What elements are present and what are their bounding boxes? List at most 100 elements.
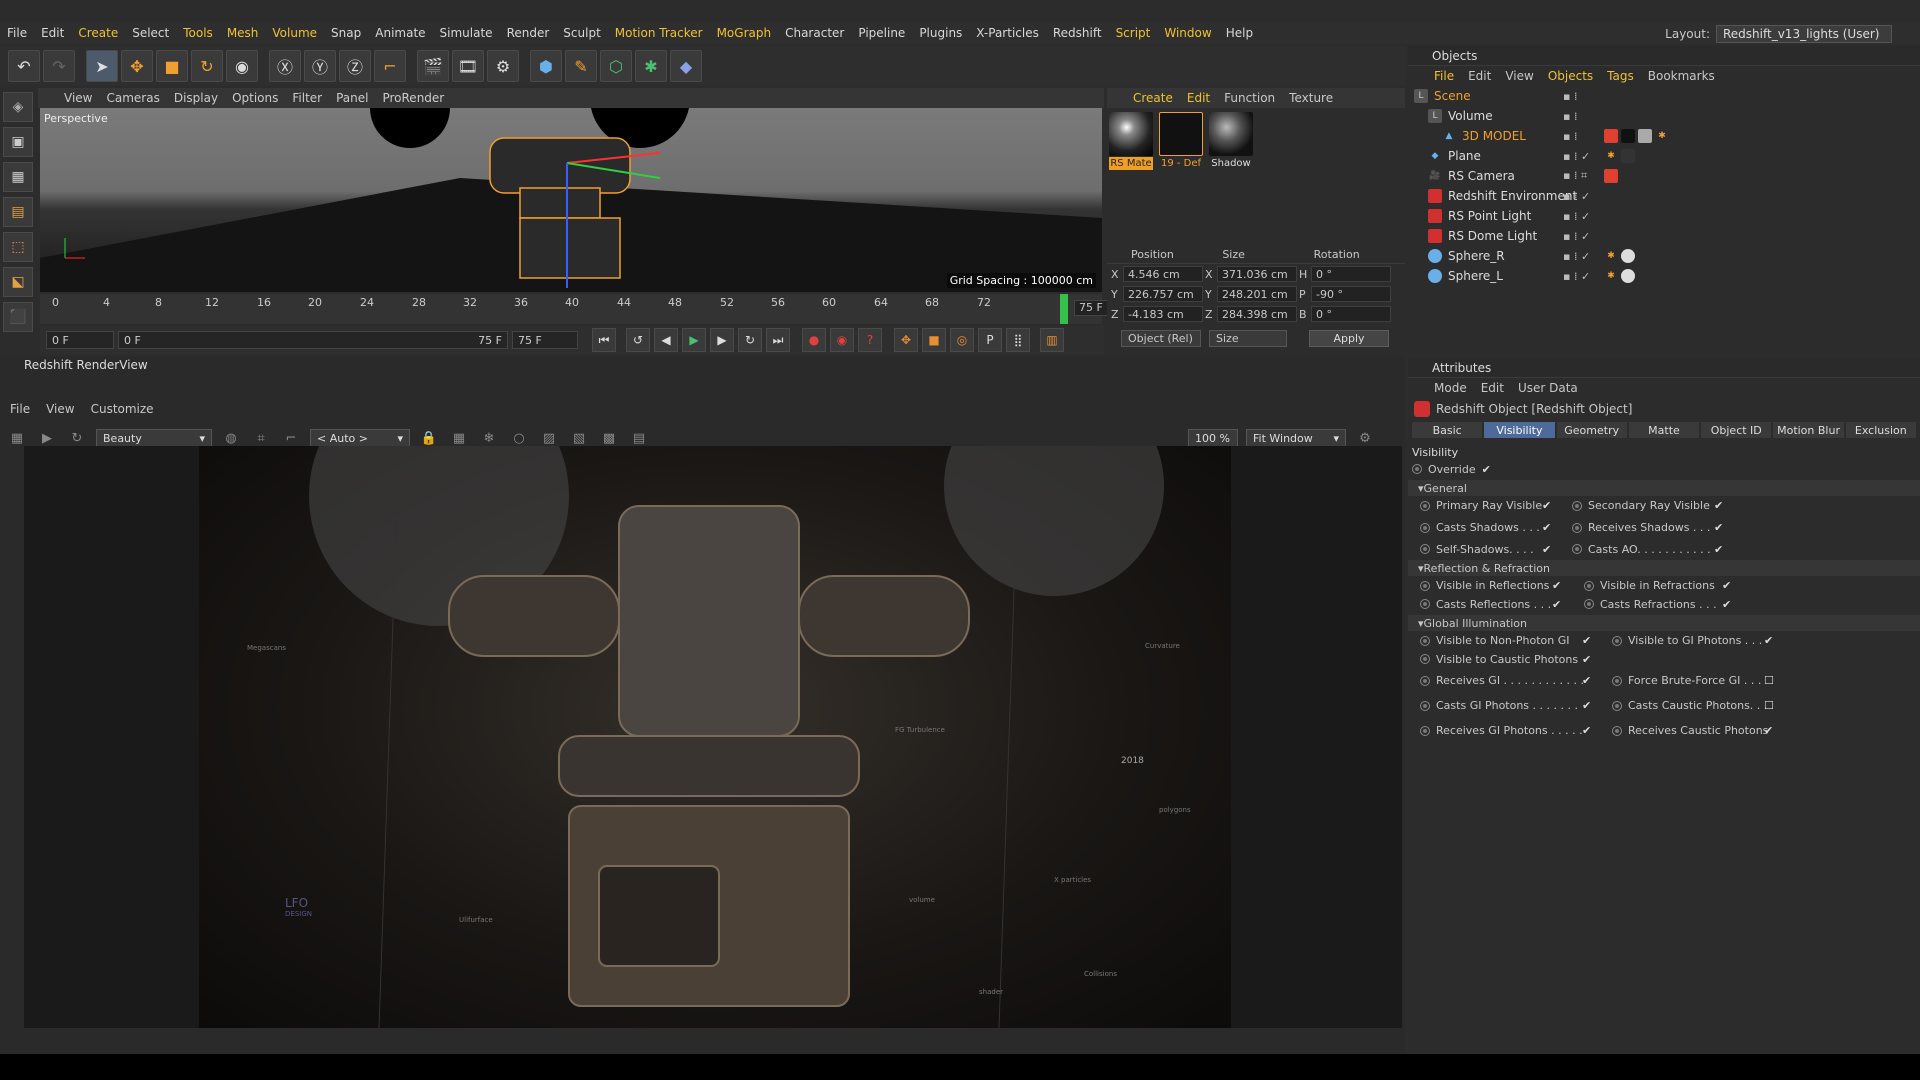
secondary-ray-visible[interactable]: Secondary Ray Visible ✔ — [1572, 499, 1726, 512]
tab-geometry[interactable]: Geometry — [1556, 422, 1627, 438]
menu-file[interactable]: File — [0, 26, 34, 40]
casts-caustic-photons[interactable]: Casts Caustic Photons. . . ☐ — [1612, 699, 1776, 712]
workplane-icon[interactable]: ▤ — [3, 197, 33, 227]
record-parameter-icon[interactable]: P — [978, 328, 1002, 352]
renderview-menu-view[interactable]: View — [46, 402, 74, 416]
x-axis-lock-icon[interactable]: Ⓧ — [269, 50, 301, 82]
material-tag-icon[interactable] — [1621, 249, 1635, 263]
checkbox[interactable]: ✔ — [1582, 724, 1594, 737]
viewport-menu-options[interactable]: Options — [232, 91, 278, 105]
play-icon[interactable]: ▶ — [682, 328, 706, 352]
menu-simulate[interactable]: Simulate — [433, 26, 500, 40]
redo-icon[interactable]: ↷ — [43, 50, 75, 82]
end-frame-field[interactable]: 75 F — [512, 331, 578, 349]
viewport-menu-prorender[interactable]: ProRender — [382, 91, 444, 105]
make-editable-icon[interactable]: ◈ — [3, 92, 33, 122]
keyframe-radio[interactable] — [1420, 580, 1430, 591]
keyframe-radio[interactable] — [1420, 700, 1430, 711]
checkbox[interactable]: ✔ — [1542, 499, 1554, 512]
timeline-playhead[interactable] — [1060, 294, 1068, 324]
position-x-field[interactable]: 4.546 cm — [1123, 266, 1203, 282]
menu-edit[interactable]: Edit — [34, 26, 71, 40]
object-row-sphere-l[interactable]: Sphere_L ▪ ⁞ ✓ ✱ — [1408, 266, 1920, 286]
tab-motion-blur[interactable]: Motion Blur — [1773, 422, 1844, 438]
object-row-scene[interactable]: L Scene ▪ ⁞ — [1408, 86, 1920, 106]
tab-visibility[interactable]: Visibility — [1484, 422, 1555, 438]
menu-sculpt[interactable]: Sculpt — [556, 26, 607, 40]
renderview-menu-file[interactable]: File — [10, 402, 30, 416]
position-y-field[interactable]: 226.757 cm — [1123, 286, 1203, 302]
scheme-icon[interactable]: ▥ — [1040, 328, 1064, 352]
checkbox[interactable]: ✔ — [1542, 543, 1554, 556]
keyframe-radio[interactable] — [1584, 599, 1594, 609]
material-menu-create[interactable]: Create — [1133, 91, 1173, 105]
rs-tag-icon[interactable] — [1604, 129, 1618, 143]
checkbox[interactable]: ✔ — [1582, 634, 1594, 647]
viewport-menu-view[interactable]: View — [64, 91, 92, 105]
size-y-field[interactable]: 248.201 cm — [1217, 286, 1297, 302]
menu-render[interactable]: Render — [500, 26, 557, 40]
render-picture-viewer-icon[interactable]: 🎞 — [452, 50, 484, 82]
casts-reflections[interactable]: Casts Reflections . . . ✔ — [1420, 598, 1564, 611]
casts-gi-photons[interactable]: Casts GI Photons . . . . . . . ✔ — [1420, 699, 1594, 712]
size-z-field[interactable]: 284.398 cm — [1217, 306, 1297, 322]
points-mode-icon[interactable]: ⬚ — [3, 232, 33, 262]
record-icon[interactable]: ● — [802, 328, 826, 352]
checkbox[interactable]: ✔ — [1722, 579, 1734, 592]
pen-spline-icon[interactable]: ✎ — [565, 50, 597, 82]
keyframe-radio[interactable] — [1612, 675, 1622, 686]
keyframe-radio[interactable] — [1612, 725, 1622, 736]
receives-caustic-photons[interactable]: Receives Caustic Photons ✔ — [1612, 724, 1776, 737]
material-19-def[interactable]: 19 - Def — [1159, 112, 1203, 170]
material-rs-mate[interactable]: RS Mate — [1109, 112, 1153, 170]
objects-menu-file[interactable]: File — [1434, 69, 1454, 83]
visible-to-caustic-photons[interactable]: Visible to Caustic Photons ✔ — [1420, 653, 1594, 666]
texture-mode-icon[interactable]: ▦ — [3, 162, 33, 192]
phong-tag-icon[interactable]: ✱ — [1604, 249, 1618, 263]
menu-character[interactable]: Character — [778, 26, 851, 40]
attributes-menu-edit[interactable]: Edit — [1481, 381, 1504, 395]
apply-button[interactable]: Apply — [1309, 330, 1389, 347]
polygons-mode-icon[interactable]: ⬛ — [3, 302, 33, 332]
receives-gi-photons[interactable]: Receives GI Photons . . . . . ✔ — [1420, 724, 1594, 737]
tab-object-id[interactable]: Object ID — [1701, 422, 1772, 438]
material-tag-icon[interactable] — [1621, 149, 1635, 163]
keyframe-radio[interactable] — [1572, 522, 1582, 533]
viewport-menu-panel[interactable]: Panel — [336, 91, 368, 105]
group-general[interactable]: ▾ General — [1408, 480, 1920, 496]
aov-select[interactable]: Beauty ▾ — [96, 429, 212, 447]
checkbox[interactable]: ✔ — [1764, 634, 1776, 647]
menu-pipeline[interactable]: Pipeline — [851, 26, 912, 40]
checkbox[interactable]: ✔ — [1552, 598, 1564, 611]
coordinate-system-icon[interactable]: ⌐ — [374, 50, 406, 82]
checkbox[interactable]: ✔ — [1542, 521, 1554, 534]
group-global-illumination[interactable]: ▾ Global Illumination — [1408, 615, 1920, 631]
menu-help[interactable]: Help — [1219, 26, 1260, 40]
layout-select[interactable]: Redshift_v13_lights (User) — [1716, 25, 1892, 43]
go-to-end-icon[interactable]: ⏭ — [766, 328, 790, 352]
move-tool-icon[interactable]: ✥ — [121, 50, 153, 82]
menu-volume[interactable]: Volume — [265, 26, 324, 40]
cube-icon[interactable]: ⬢ — [530, 50, 562, 82]
start-frame-field[interactable]: 0 F — [46, 331, 114, 349]
material-tag-icon[interactable] — [1621, 129, 1635, 143]
objects-menu-bookmarks[interactable]: Bookmarks — [1648, 69, 1715, 83]
keyframe-radio[interactable] — [1420, 654, 1430, 664]
object-row-rs-dome-light[interactable]: RS Dome Light ▪ ⁞ ✓ — [1408, 226, 1920, 246]
loop-forward-icon[interactable]: ↻ — [738, 328, 762, 352]
object-row-redshift-environment[interactable]: Redshift Environment ▪ ⁞ ✓ — [1408, 186, 1920, 206]
record-rotation-icon[interactable]: ◎ — [950, 328, 974, 352]
checkbox[interactable]: ✔ — [1714, 499, 1726, 512]
phong-tag-icon[interactable]: ✱ — [1604, 149, 1618, 163]
keyframe-radio[interactable] — [1572, 544, 1582, 554]
self-shadows[interactable]: Self-Shadows. . . . ✔ — [1420, 543, 1554, 556]
visible-in-reflections[interactable]: Visible in Reflections ✔ — [1420, 579, 1564, 592]
recent-tool-icon[interactable]: ◉ — [226, 50, 258, 82]
loop-icon[interactable]: ↺ — [626, 328, 650, 352]
rotation-h-field[interactable]: 0 ° — [1311, 266, 1391, 282]
menu-create[interactable]: Create — [71, 26, 125, 40]
object-row-volume[interactable]: L Volume ▪ ⁞ — [1408, 106, 1920, 126]
subdivision-icon[interactable]: ⬡ — [600, 50, 632, 82]
object-row-sphere-r[interactable]: Sphere_R ▪ ⁞ ✓ ✱ — [1408, 246, 1920, 266]
phong-tag-icon[interactable]: ✱ — [1655, 129, 1669, 143]
